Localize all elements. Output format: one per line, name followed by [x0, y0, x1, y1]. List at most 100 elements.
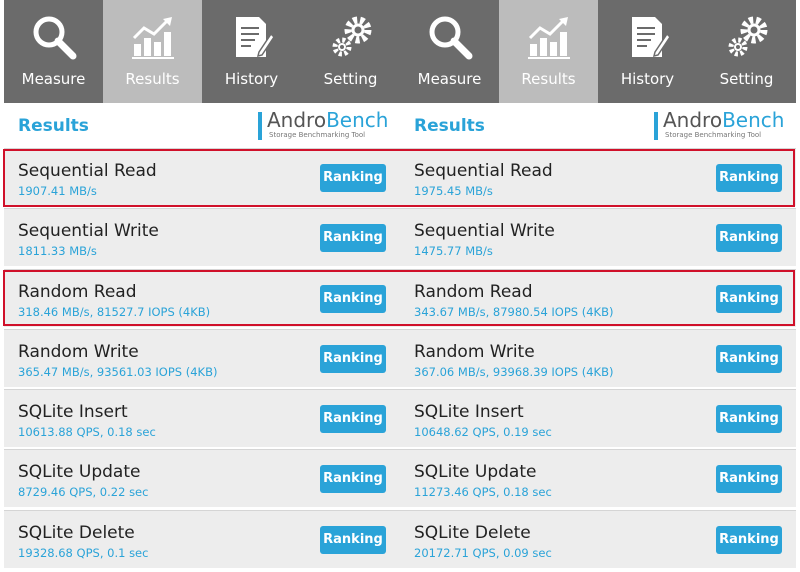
bar-chart-icon	[527, 17, 570, 59]
gears-icon	[728, 16, 767, 57]
ranking-button[interactable]: Ranking	[716, 164, 782, 192]
result-title: Sequential Read	[414, 161, 553, 181]
result-title: SQLite Insert	[414, 402, 524, 423]
result-title: Random Read	[414, 281, 533, 302]
result-value: 1975.45 MB/s	[414, 184, 493, 198]
ranking-button[interactable]: Ranking	[320, 224, 386, 253]
tab-setting[interactable]: Setting	[697, 0, 796, 103]
results-header: Results AndroBench Storage Benchmarking …	[4, 103, 400, 148]
gears-icon	[332, 16, 371, 57]
result-row-sequential-write: Sequential Write 1811.33 MB/s Ranking	[4, 208, 400, 267]
tab-measure[interactable]: Measure	[4, 0, 103, 103]
result-title: Sequential Write	[414, 221, 555, 242]
logo-andro-text: Andro	[267, 108, 327, 132]
logo-bench-text: Bench	[326, 108, 389, 132]
tab-measure-label: Measure	[21, 70, 86, 88]
result-value: 11273.46 QPS, 0.18 sec	[414, 485, 552, 500]
result-title: SQLite Insert	[18, 402, 128, 423]
ranking-button[interactable]: Ranking	[716, 284, 782, 313]
result-row-sequential-write: Sequential Write 1475.77 MB/s Ranking	[400, 208, 796, 267]
result-title: SQLite Update	[18, 462, 141, 483]
logo-tagline: Storage Benchmarking Tool	[269, 131, 366, 139]
logo-wordmark: AndroBench	[267, 109, 388, 131]
result-title: Sequential Read	[18, 161, 157, 181]
magnifier-icon	[33, 16, 76, 60]
result-row-sqlite-delete: SQLite Delete 19328.68 QPS, 0.1 sec Rank…	[4, 509, 400, 568]
results-header: Results AndroBench Storage Benchmarking …	[400, 103, 796, 148]
androbench-logo: AndroBench Storage Benchmarking Tool	[654, 109, 784, 143]
result-row-random-write: Random Write 367.06 MB/s, 93968.39 IOPS …	[400, 328, 796, 387]
result-value: 19328.68 QPS, 0.1 sec	[18, 545, 149, 560]
result-value: 8729.46 QPS, 0.22 sec	[18, 485, 149, 500]
ranking-button[interactable]: Ranking	[320, 284, 386, 313]
logo-accent-bar	[654, 112, 658, 140]
result-value: 1907.41 MB/s	[18, 184, 97, 198]
result-title: SQLite Delete	[18, 522, 135, 543]
tab-measure-label: Measure	[417, 70, 482, 88]
results-title: Results	[414, 116, 485, 136]
ranking-button[interactable]: Ranking	[716, 525, 782, 554]
logo-tagline: Storage Benchmarking Tool	[665, 131, 762, 139]
document-pen-icon	[235, 17, 275, 58]
tab-setting[interactable]: Setting	[301, 0, 400, 103]
bar-chart-icon	[131, 17, 174, 59]
tab-history-label: History	[620, 70, 675, 88]
tab-bar: Measure Results History Setting	[400, 0, 796, 103]
result-row-sequential-read: Sequential Read 1907.41 MB/s Ranking	[4, 148, 400, 206]
result-row-sequential-read: Sequential Read 1975.45 MB/s Ranking	[400, 148, 796, 206]
result-value: 343.67 MB/s, 87980.54 IOPS (4KB)	[414, 304, 614, 319]
ranking-button[interactable]: Ranking	[320, 465, 386, 494]
right-phone-screen: Measure Results History Setting Results …	[400, 0, 796, 572]
result-row-sqlite-delete: SQLite Delete 20172.71 QPS, 0.09 sec Ran…	[400, 509, 796, 568]
tab-results-label: Results	[521, 70, 576, 88]
ranking-button[interactable]: Ranking	[716, 344, 782, 373]
tab-history[interactable]: History	[598, 0, 697, 103]
results-list: Sequential Read 1907.41 MB/s Ranking Seq…	[4, 148, 400, 570]
ranking-button[interactable]: Ranking	[320, 525, 386, 554]
ranking-button[interactable]: Ranking	[716, 465, 782, 494]
result-title: Sequential Write	[18, 221, 159, 242]
tab-results[interactable]: Results	[499, 0, 598, 103]
result-title: SQLite Delete	[414, 522, 531, 543]
tab-history[interactable]: History	[202, 0, 301, 103]
tab-setting-label: Setting	[719, 70, 774, 88]
result-value: 10648.62 QPS, 0.19 sec	[414, 425, 552, 440]
logo-bench-text: Bench	[722, 108, 785, 132]
result-value: 20172.71 QPS, 0.09 sec	[414, 545, 552, 560]
ranking-button[interactable]: Ranking	[320, 405, 386, 434]
result-row-sqlite-update: SQLite Update 8729.46 QPS, 0.22 sec Rank…	[4, 449, 400, 508]
result-row-sqlite-update: SQLite Update 11273.46 QPS, 0.18 sec Ran…	[400, 449, 796, 508]
result-row-sqlite-insert: SQLite Insert 10613.88 QPS, 0.18 sec Ran…	[4, 389, 400, 448]
ranking-button[interactable]: Ranking	[716, 405, 782, 434]
result-value: 365.47 MB/s, 93561.03 IOPS (4KB)	[18, 364, 218, 379]
tab-history-label: History	[224, 70, 279, 88]
androbench-logo: AndroBench Storage Benchmarking Tool	[258, 109, 388, 143]
result-title: Random Read	[18, 281, 137, 302]
tab-results-label: Results	[125, 70, 180, 88]
result-title: Random Write	[18, 341, 139, 362]
ranking-button[interactable]: Ranking	[320, 344, 386, 373]
tab-measure[interactable]: Measure	[400, 0, 499, 103]
left-phone-screen: Measure Results History Setting Results …	[4, 0, 400, 572]
ranking-button[interactable]: Ranking	[320, 164, 386, 192]
result-row-sqlite-insert: SQLite Insert 10648.62 QPS, 0.19 sec Ran…	[400, 389, 796, 448]
tab-results[interactable]: Results	[103, 0, 202, 103]
result-value: 367.06 MB/s, 93968.39 IOPS (4KB)	[414, 364, 614, 379]
result-value: 1475.77 MB/s	[414, 244, 493, 259]
logo-wordmark: AndroBench	[663, 109, 784, 131]
tab-setting-label: Setting	[323, 70, 378, 88]
document-pen-icon	[631, 17, 671, 58]
result-row-random-read: Random Read 318.46 MB/s, 81527.7 IOPS (4…	[4, 268, 400, 327]
result-row-random-write: Random Write 365.47 MB/s, 93561.03 IOPS …	[4, 328, 400, 387]
result-title: SQLite Update	[414, 462, 537, 483]
logo-accent-bar	[258, 112, 262, 140]
logo-andro-text: Andro	[663, 108, 723, 132]
results-title: Results	[18, 116, 89, 136]
tab-bar: Measure Results History Setting	[4, 0, 400, 103]
result-row-random-read: Random Read 343.67 MB/s, 87980.54 IOPS (…	[400, 268, 796, 327]
result-title: Random Write	[414, 341, 535, 362]
results-list: Sequential Read 1975.45 MB/s Ranking Seq…	[400, 148, 796, 570]
result-value: 10613.88 QPS, 0.18 sec	[18, 425, 156, 440]
result-value: 318.46 MB/s, 81527.7 IOPS (4KB)	[18, 304, 211, 319]
ranking-button[interactable]: Ranking	[716, 224, 782, 253]
